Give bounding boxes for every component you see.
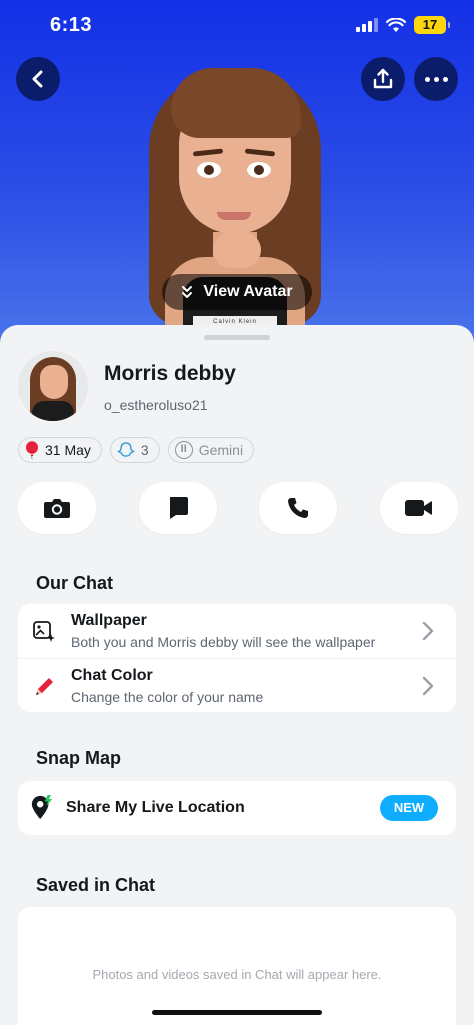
- our-chat-title: Our Chat: [36, 573, 114, 593]
- chat-color-title: Chat Color: [71, 667, 153, 684]
- chat-color-subtitle: Change the color of your name: [71, 689, 264, 705]
- video-icon: [404, 500, 432, 516]
- friends-chip[interactable]: 3: [109, 437, 160, 463]
- birthday-label: 31 May: [45, 442, 91, 458]
- snap-map-title: Snap Map: [36, 748, 122, 768]
- balloon-icon: [26, 441, 38, 459]
- sheet-grabber[interactable]: [204, 335, 270, 340]
- status-time: 6:13: [50, 14, 93, 36]
- wallpaper-row[interactable]: Wallpaper Both you and Morris debby will…: [18, 604, 456, 658]
- snap-map-card: Share My Live Location NEW: [18, 781, 456, 835]
- more-options-button[interactable]: [414, 57, 458, 101]
- our-chat-card: Wallpaper Both you and Morris debby will…: [18, 604, 456, 712]
- zodiac-chip[interactable]: II Gemini: [167, 437, 255, 463]
- wallpaper-icon: [32, 620, 56, 644]
- status-icons: 17: [356, 16, 450, 34]
- profile-header: 6:13 17 Calvin Klein View Avatar: [0, 0, 474, 345]
- view-avatar-label: View Avatar: [203, 283, 293, 300]
- friends-count: 3: [140, 442, 149, 458]
- share-location-row[interactable]: Share My Live Location NEW: [18, 781, 456, 835]
- share-icon: [373, 68, 393, 89]
- camera-icon: [44, 499, 70, 518]
- chevron-right-icon: [422, 621, 434, 644]
- share-location-label: Share My Live Location: [66, 799, 245, 816]
- zodiac-label: Gemini: [198, 442, 244, 458]
- chat-button[interactable]: [138, 482, 217, 534]
- battery-indicator: 17: [414, 16, 450, 34]
- status-bar: 6:13 17: [0, 0, 474, 54]
- wallpaper-title: Wallpaper: [71, 612, 147, 629]
- video-call-button[interactable]: [379, 482, 458, 534]
- wallpaper-subtitle: Both you and Morris debby will see the w…: [71, 634, 376, 650]
- profile-name: Morris debby: [104, 362, 236, 385]
- ghost-icon: [117, 442, 135, 457]
- double-chevron-down-icon: [181, 285, 193, 299]
- new-badge: NEW: [380, 795, 438, 821]
- signal-icon: [356, 18, 378, 32]
- chevron-right-icon: [422, 676, 434, 699]
- view-avatar-button[interactable]: View Avatar: [162, 274, 312, 310]
- camera-button[interactable]: [18, 482, 96, 534]
- chat-color-row[interactable]: Chat Color Change the color of your name: [18, 658, 456, 712]
- back-button[interactable]: [16, 57, 60, 101]
- profile-username: o_estheroluso21: [104, 397, 208, 413]
- profile-avatar[interactable]: [18, 351, 88, 421]
- location-pin-icon: [30, 795, 54, 819]
- home-indicator[interactable]: [152, 1010, 322, 1015]
- action-buttons: [18, 482, 458, 534]
- chevron-left-icon: [32, 70, 43, 88]
- call-button[interactable]: [259, 482, 338, 534]
- more-dots-icon: [424, 76, 448, 82]
- saved-in-chat-title: Saved in Chat: [36, 875, 156, 895]
- profile-chips: 31 May 3 II Gemini: [18, 437, 255, 463]
- saved-empty-text: Photos and videos saved in Chat will app…: [92, 967, 382, 982]
- phone-icon: [288, 498, 309, 518]
- gemini-icon: II: [174, 441, 193, 459]
- profile-sheet: Morris debby o_estheroluso21 31 May 3 II…: [0, 325, 474, 1025]
- share-button[interactable]: [361, 57, 405, 101]
- pencil-icon: [32, 675, 56, 699]
- birthday-chip[interactable]: 31 May: [18, 437, 102, 463]
- saved-in-chat-card: Photos and videos saved in Chat will app…: [18, 907, 456, 1025]
- chat-bubble-icon: [169, 497, 188, 519]
- wifi-icon: [386, 17, 406, 32]
